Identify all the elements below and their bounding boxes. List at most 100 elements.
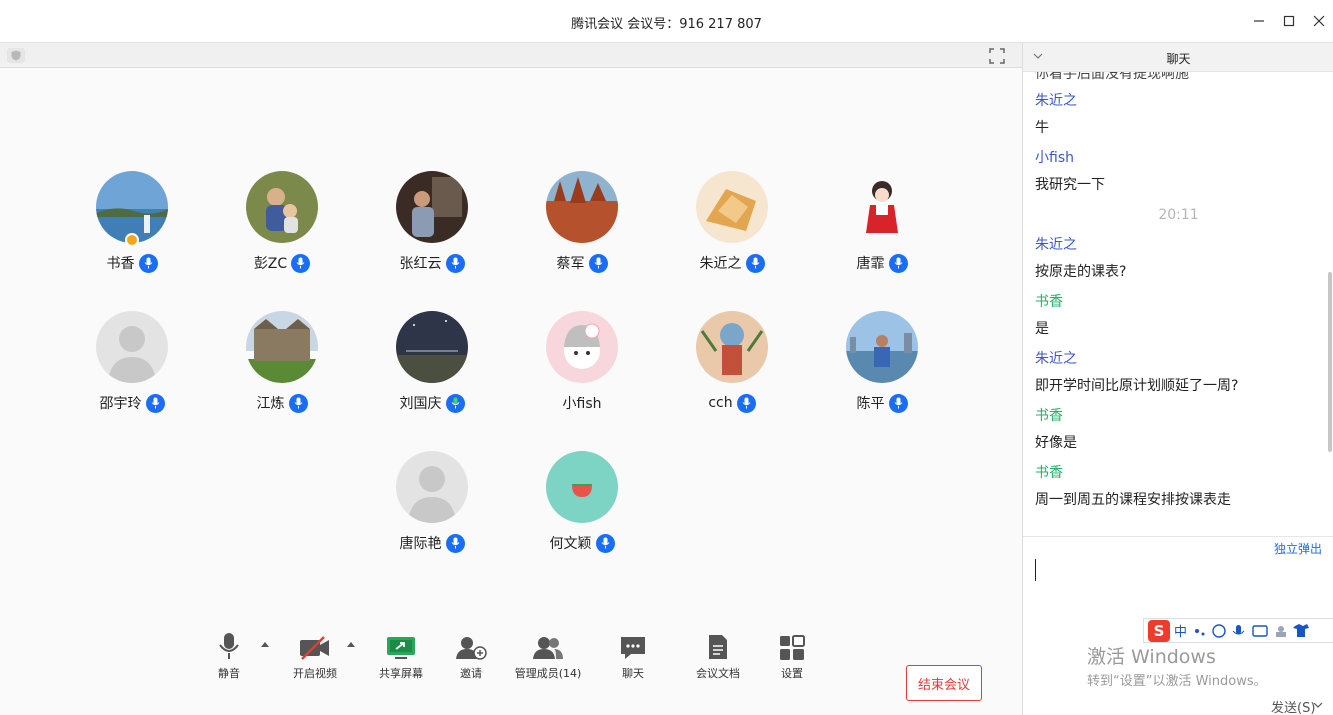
close-button[interactable] [1308, 10, 1330, 32]
avatar [696, 311, 768, 383]
avatar [846, 171, 918, 243]
chat-sender: 朱近之 [1035, 237, 1077, 253]
chat-message-text: 好像是 [1035, 435, 1077, 451]
avatar [246, 171, 318, 243]
settings-grid-icon [780, 635, 805, 660]
meeting-docs-button[interactable]: 会议文档 [692, 617, 744, 715]
mic-on-icon [888, 253, 908, 273]
chat-scrollbar[interactable] [1328, 272, 1332, 452]
title-bar: 腾讯会议 会议号：916 217 807 [0, 0, 1333, 43]
chat-header: 聊天 [1023, 43, 1333, 72]
participant-name-row: 江炼 [207, 393, 357, 413]
share-screen-button[interactable]: 共享屏幕 [374, 617, 428, 715]
participant-tile[interactable]: 张红云 [357, 171, 507, 291]
participant-name-row: 唐际艳 [357, 533, 507, 553]
popout-link[interactable]: 独立弹出 [1274, 540, 1322, 557]
participant-name-row: 何文颖 [507, 533, 657, 553]
maximize-button[interactable] [1278, 10, 1300, 32]
chat-sender: 书香 [1035, 294, 1063, 310]
participant-tile[interactable]: 小fish [507, 311, 657, 431]
participant-tile[interactable]: 彭ZC [207, 171, 357, 291]
start-video-button[interactable]: 开启视频 [288, 617, 342, 715]
participant-tile[interactable]: 陈平 [807, 311, 957, 431]
participant-tile[interactable]: 刘国庆 [357, 311, 507, 431]
participant-tile[interactable]: cch [657, 311, 807, 431]
avatar [396, 311, 468, 383]
ime-tools-icon[interactable] [1191, 623, 1311, 639]
minimize-button[interactable] [1248, 10, 1270, 32]
participant-name: 陈平 [856, 396, 885, 412]
mic-on-icon [595, 533, 615, 553]
fullscreen-icon [989, 48, 1005, 64]
participant-name: 何文颖 [549, 536, 592, 552]
send-options-chevron-icon[interactable] [1313, 701, 1323, 709]
window-title: 腾讯会议 会议号：916 217 807 [571, 17, 762, 32]
ime-toolbar[interactable]: S 中 [1143, 618, 1333, 643]
avatar [396, 171, 468, 243]
mic-on-icon [291, 253, 311, 273]
video-options-caret-icon[interactable] [346, 640, 356, 648]
participant-name-row: 朱近之 [657, 253, 807, 273]
participant-name-row: 刘国庆 [357, 393, 507, 413]
chat-message-text: 我研究一下 [1035, 177, 1105, 193]
mute-button[interactable]: 静音 [210, 617, 248, 715]
mic-on-icon [588, 253, 608, 273]
meeting-toolbar: 静音 开启视频 共享屏幕 邀请 管理成员(14) 聊天 会议文档 设置 [0, 617, 1022, 715]
avatar [846, 311, 918, 383]
meeting-subbar [0, 43, 1022, 68]
add-user-icon [456, 637, 487, 660]
settings-button[interactable]: 设置 [774, 617, 810, 715]
invite-button[interactable]: 邀请 [452, 617, 490, 715]
participant-name-row: 蔡军 [507, 253, 657, 273]
sogou-logo-icon: S [1148, 619, 1170, 642]
chat-message-text: 即开学时间比原计划顺延了一周? [1035, 378, 1239, 394]
manage-members-button[interactable]: 管理成员(14) [512, 617, 584, 715]
participant-name-row: 书香 [57, 253, 207, 273]
host-badge-icon [125, 233, 139, 247]
microphone-icon [219, 633, 239, 659]
maximize-icon [1283, 15, 1295, 27]
mute-options-caret-icon[interactable] [260, 640, 270, 648]
participant-name-row: 小fish [507, 393, 657, 413]
chat-message-text: 你看手后面没有提现啊施 [1035, 72, 1189, 82]
fullscreen-button[interactable] [988, 47, 1006, 65]
participant-name: 唐际艳 [399, 536, 442, 552]
participant-tile[interactable]: 江炼 [207, 311, 357, 431]
participant-name: 张红云 [399, 256, 442, 272]
participant-tile[interactable]: 何文颖 [507, 451, 657, 571]
chat-message-text: 周一到周五的课程安排按课表走 [1035, 492, 1231, 508]
participant-name-row: 彭ZC [207, 253, 357, 273]
participant-tile[interactable]: 唐际艳 [357, 451, 507, 571]
avatar [546, 311, 618, 383]
chat-message-text: 按原走的课表? [1035, 264, 1127, 280]
mic-on-icon [145, 393, 165, 413]
participant-name: 蔡军 [556, 256, 585, 272]
avatar [696, 171, 768, 243]
meeting-area: 书香 彭ZC 张红云 蔡军 朱近之 唐霏 邵宇玲 江炼 刘国庆 小fish cc… [0, 43, 1022, 715]
chat-input-cursor[interactable] [1035, 559, 1036, 581]
participant-tile[interactable]: 邵宇玲 [57, 311, 207, 431]
close-icon [1313, 15, 1325, 27]
participant-name-row: cch [657, 393, 807, 413]
minimize-icon [1254, 20, 1264, 22]
windows-watermark: 激活 Windows [1087, 646, 1216, 668]
participant-tile[interactable]: 唐霏 [807, 171, 957, 291]
mic-on-icon [288, 393, 308, 413]
participant-tile[interactable]: 书香 [57, 171, 207, 291]
mic-on-icon [138, 253, 158, 273]
chat-button[interactable]: 聊天 [612, 617, 654, 715]
ime-language[interactable]: 中 [1174, 621, 1187, 640]
participant-tile[interactable]: 蔡军 [507, 171, 657, 291]
participant-name-row: 唐霏 [807, 253, 957, 273]
chat-message-text: 是 [1035, 321, 1049, 337]
participant-name: 邵宇玲 [99, 396, 142, 412]
chat-sender: 朱近之 [1035, 351, 1077, 367]
participant-tile[interactable]: 朱近之 [657, 171, 807, 291]
participant-name: cch [708, 395, 733, 411]
send-button[interactable]: 发送(S) [1271, 697, 1315, 715]
participant-name: 刘国庆 [399, 396, 442, 412]
security-shield-icon[interactable] [7, 48, 25, 63]
chat-message-text: 牛 [1035, 120, 1049, 136]
end-meeting-button[interactable]: 结束会议 [906, 665, 982, 701]
avatar [546, 451, 618, 523]
